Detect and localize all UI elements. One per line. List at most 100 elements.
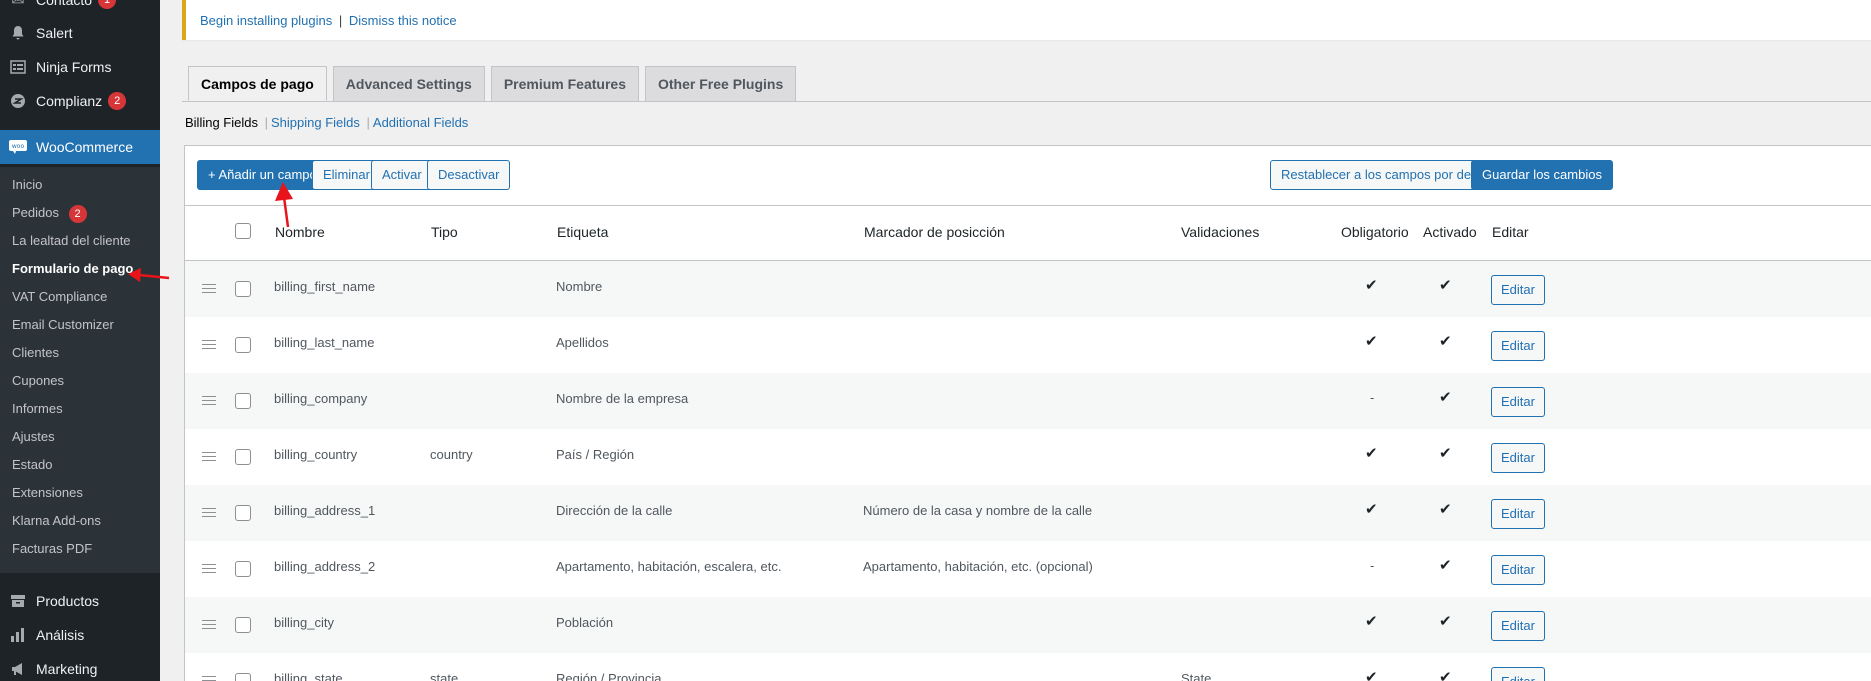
row-checkbox[interactable] xyxy=(235,561,251,577)
sidebar-item-complianz[interactable]: Complianz 2 xyxy=(0,84,160,118)
drag-handle-icon[interactable] xyxy=(202,452,216,462)
required-check-icon: ✔ xyxy=(1365,333,1378,350)
cell-label: Apartamento, habitación, escalera, etc. xyxy=(556,559,782,574)
table-row: billing_city Población ✔ ✔ Editar xyxy=(185,597,1871,653)
edit-field-button[interactable]: Editar xyxy=(1491,555,1545,585)
submenu-item-estado[interactable]: Estado xyxy=(12,455,52,475)
row-checkbox[interactable] xyxy=(235,337,251,353)
tab-premium-features[interactable]: Premium Features xyxy=(490,66,639,101)
submenu-item-extensiones[interactable]: Extensiones xyxy=(12,483,83,503)
sidebar-item-salert[interactable]: Salert xyxy=(0,16,160,50)
submenu-item-vat-compliance[interactable]: VAT Compliance xyxy=(12,287,107,307)
woo-icon: woo xyxy=(8,137,28,157)
submenu-item-clientes[interactable]: Clientes xyxy=(12,343,59,363)
edit-field-button[interactable]: Editar xyxy=(1491,667,1545,681)
column-header-enabled: Activado xyxy=(1423,224,1477,240)
fields-toolbar: + Añadir un campo Eliminar Activar Desac… xyxy=(185,146,1871,206)
required-check-icon: ✔ xyxy=(1365,277,1378,294)
edit-field-button[interactable]: Editar xyxy=(1491,443,1545,473)
dismiss-notice-link[interactable]: Dismiss this notice xyxy=(349,13,457,28)
bar-chart-icon xyxy=(8,625,28,645)
edit-field-button[interactable]: Editar xyxy=(1491,275,1545,305)
edit-field-button[interactable]: Editar xyxy=(1491,331,1545,361)
enable-button[interactable]: Activar xyxy=(371,160,433,190)
submenu-item-facturas-pdf[interactable]: Facturas PDF xyxy=(12,539,92,559)
drag-handle-icon[interactable] xyxy=(202,396,216,406)
save-changes-button[interactable]: Guardar los cambios xyxy=(1471,160,1613,190)
drag-handle-icon[interactable] xyxy=(202,340,216,350)
table-row: billing_address_1 Dirección de la calle Nú… xyxy=(185,485,1871,541)
sidebar-item-woocommerce[interactable]: woo WooCommerce xyxy=(0,130,160,164)
submenu-item-cupones[interactable]: Cupones xyxy=(12,371,64,391)
disable-button[interactable]: Desactivar xyxy=(427,160,511,190)
table-header: Nombre Tipo Etiqueta Marcador de posicci… xyxy=(185,206,1871,261)
row-checkbox[interactable] xyxy=(235,505,251,521)
column-header-edit: Editar xyxy=(1492,224,1529,240)
not-required-dash: - xyxy=(1370,558,1375,573)
row-checkbox[interactable] xyxy=(235,617,251,633)
submenu-item-pedidos[interactable]: Pedidos 2 xyxy=(12,203,87,223)
sidebar-item-marketing[interactable]: Marketing xyxy=(0,652,160,681)
tabs-divider xyxy=(182,101,1871,102)
drag-handle-icon[interactable] xyxy=(202,676,216,681)
submenu-item-inicio[interactable]: Inicio xyxy=(12,175,42,195)
sidebar-item-label: Ninja Forms xyxy=(36,59,112,75)
column-header-required: Obligatorio xyxy=(1341,224,1409,240)
sidebar-item-label: WooCommerce xyxy=(36,139,133,155)
cell-name: billing_first_name xyxy=(274,279,376,294)
submenu-item-klarna-addons[interactable]: Klarna Add-ons xyxy=(12,511,101,531)
notification-badge: 2 xyxy=(108,92,127,110)
row-checkbox[interactable] xyxy=(235,393,251,409)
drag-handle-icon[interactable] xyxy=(202,620,216,630)
cell-name: billing_address_1 xyxy=(274,503,376,518)
cell-validations: State xyxy=(1181,671,1212,681)
cell-name: billing_last_name xyxy=(274,335,375,350)
edit-field-button[interactable]: Editar xyxy=(1491,387,1545,417)
sidebar-item-contacto[interactable]: ✉ Contacto 1 xyxy=(0,0,160,17)
edit-field-button[interactable]: Editar xyxy=(1491,611,1545,641)
add-field-button[interactable]: + Añadir un campo xyxy=(197,160,328,190)
submenu-item-label: Pedidos xyxy=(12,205,59,220)
sidebar-item-productos[interactable]: Productos xyxy=(0,584,160,618)
sidebar-item-label: Marketing xyxy=(36,661,98,677)
cell-label: Región / Provincia xyxy=(556,671,662,681)
notification-badge: 1 xyxy=(98,0,117,9)
cell-label: Nombre de la empresa xyxy=(556,391,689,406)
row-checkbox[interactable] xyxy=(235,673,251,681)
cell-label: Nombre xyxy=(556,279,603,294)
begin-installing-plugins-link[interactable]: Begin installing plugins xyxy=(200,13,332,28)
notification-badge: 2 xyxy=(68,205,87,223)
table-row: billing_last_name Apellidos ✔ ✔ Editar xyxy=(185,317,1871,373)
required-check-icon: ✔ xyxy=(1365,613,1378,630)
shipping-fields-link[interactable]: Shipping Fields xyxy=(271,115,360,130)
edit-field-button[interactable]: Editar xyxy=(1491,499,1545,529)
drag-handle-icon[interactable] xyxy=(202,564,216,574)
additional-fields-link[interactable]: Additional Fields xyxy=(373,115,468,130)
tab-other-free-plugins[interactable]: Other Free Plugins xyxy=(645,66,797,101)
select-all-checkbox[interactable] xyxy=(235,223,251,239)
complianz-icon xyxy=(8,91,28,111)
sidebar-item-analisis[interactable]: Análisis xyxy=(0,618,160,652)
cell-label: Apellidos xyxy=(556,335,609,350)
sidebar-item-label: Productos xyxy=(36,593,100,609)
submenu-item-email-customizer[interactable]: Email Customizer xyxy=(12,315,114,335)
drag-handle-icon[interactable] xyxy=(202,508,216,518)
row-checkbox[interactable] xyxy=(235,281,251,297)
submenu-item-lealtad-cliente[interactable]: La lealtad del cliente xyxy=(12,231,131,251)
field-section-nav: Billing Fields | Shipping Fields | Additio… xyxy=(185,115,468,130)
table-row: billing_state state Región / Provincia Stat… xyxy=(185,653,1871,681)
billing-fields-current[interactable]: Billing Fields xyxy=(185,115,258,130)
cell-type: state xyxy=(430,671,459,681)
tab-campos-de-pago[interactable]: Campos de pago xyxy=(188,66,327,101)
submenu-item-informes[interactable]: Informes xyxy=(12,399,63,419)
admin-sidebar: ✉ Contacto 1 Salert Ninja Forms Complian… xyxy=(0,0,160,681)
drag-handle-icon[interactable] xyxy=(202,284,216,294)
enabled-check-icon: ✔ xyxy=(1439,277,1452,294)
cell-name: billing_address_2 xyxy=(274,559,376,574)
submenu-item-formulario-pago[interactable]: Formulario de pago xyxy=(12,259,133,279)
sidebar-item-ninja-forms[interactable]: Ninja Forms xyxy=(0,50,160,84)
settings-tabs: Campos de pago Advanced Settings Premium… xyxy=(188,66,802,101)
submenu-item-ajustes[interactable]: Ajustes xyxy=(12,427,55,447)
tab-advanced-settings[interactable]: Advanced Settings xyxy=(332,66,485,101)
row-checkbox[interactable] xyxy=(235,449,251,465)
